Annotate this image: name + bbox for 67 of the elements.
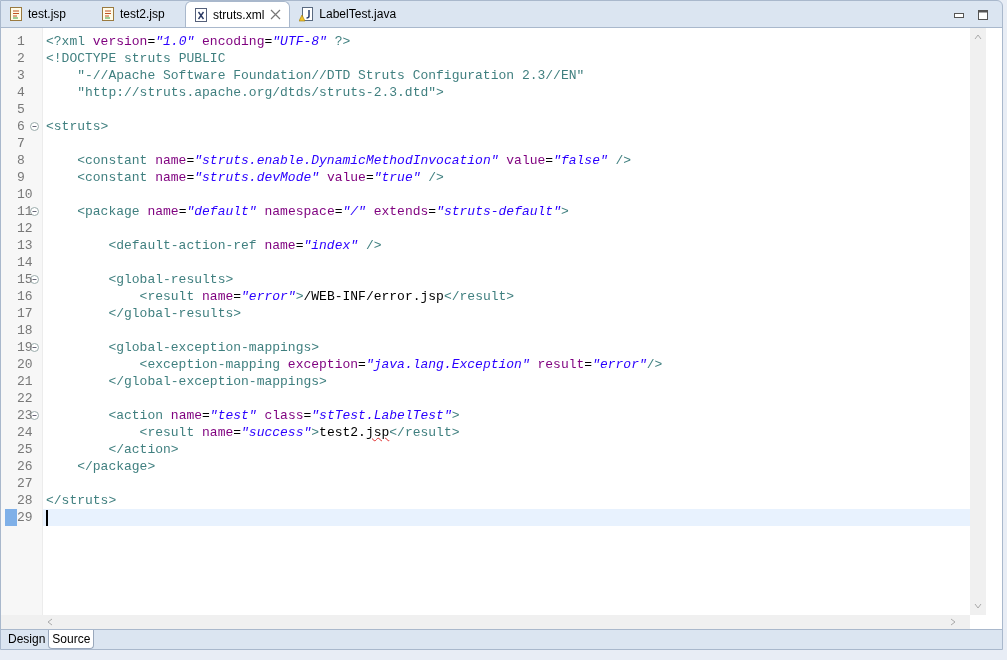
line-number: 2 [16,50,26,67]
line-number: 9 [16,169,26,186]
close-icon[interactable] [270,9,282,20]
maximize-icon[interactable] [978,10,988,20]
fold-icon[interactable] [30,122,39,131]
code-line: <default-action-ref name="index" /> [107,237,383,254]
minimize-icon[interactable] [954,12,964,18]
fold-icon[interactable] [30,275,39,284]
editor-mode-tab[interactable]: Source [48,630,95,649]
line-number: 8 [16,152,26,169]
line-number: 18 [16,322,31,339]
line-number: 28 [16,492,31,509]
line-number: 22 [16,390,31,407]
code-line: "-//Apache Software Foundation//DTD Struts Configuration 2.3//EN" [76,67,586,84]
line-number: 4 [16,84,26,101]
code-line: <global-exception-mappings> [107,339,321,356]
code-line: <result name="success">test2.jsp</result> [138,424,461,441]
code-line: <constant name="struts.devMode" value="true" /> [76,169,445,186]
line-number: 6 [16,118,26,135]
line-number: 23 [16,407,31,424]
code-line: <package name="default" namespace="/" extends="struts-default"> [76,203,570,220]
line-number: 10 [16,186,31,203]
line-number: 29 [16,509,31,526]
code-line: <!DOCTYPE struts PUBLIC [45,50,227,67]
line-number: 26 [16,458,31,475]
line-number: 5 [16,101,26,118]
document-file-icon [102,7,114,21]
line-number: 11 [16,203,31,220]
code-line: </struts> [45,492,118,509]
fold-icon[interactable] [30,411,39,420]
code-line: <?xml version="1.0" encoding="UTF-8" ?> [45,33,352,50]
editor-tab[interactable]: test2.jsp [93,1,185,27]
line-number: 12 [16,220,31,237]
line-number: 15 [16,271,31,288]
java-file-warning-icon [299,6,314,22]
code-line: <exception-mapping exception="java.lang.Exception" result="error"/> [138,356,664,373]
code-line: </global-results> [107,305,243,322]
editor-tab[interactable]: LabelTest.java [290,1,405,27]
code-line: <constant name="struts.enable.DynamicMethodInvocation" value="false" /> [76,152,633,169]
code-line: <action name="test" class="stTest.LabelTest"> [107,407,461,424]
editor-tab[interactable]: test.jsp [1,1,93,27]
code-line: <result name="error">/WEB-INF/error.jsp</result> [138,288,516,305]
editor-tab[interactable]: struts.xml [185,1,291,27]
code-line: </global-exception-mappings> [107,373,328,390]
line-number: 7 [16,135,26,152]
code-line: "http://struts.apache.org/dtds/struts-2.3.dtd"> [76,84,445,101]
line-number: 24 [16,424,31,441]
line-number: 14 [16,254,31,271]
code-line: </action> [107,441,180,458]
code-line: <struts> [45,118,110,135]
fold-icon[interactable] [30,207,39,216]
line-number: 16 [16,288,31,305]
line-number: 27 [16,475,31,492]
line-number: 1 [16,33,26,50]
fold-icon[interactable] [30,343,39,352]
line-number: 21 [16,373,31,390]
code-line: </package> [76,458,157,475]
line-number: 3 [16,67,26,84]
code-line: <global-results> [107,271,235,288]
editor-mode-tab[interactable]: Design [5,630,49,649]
line-number: 17 [16,305,31,322]
line-number: 13 [16,237,31,254]
document-file-icon [10,7,22,21]
line-number: 19 [16,339,31,356]
xml-file-icon [195,7,207,22]
line-number: 20 [16,356,31,373]
line-number: 25 [16,441,31,458]
